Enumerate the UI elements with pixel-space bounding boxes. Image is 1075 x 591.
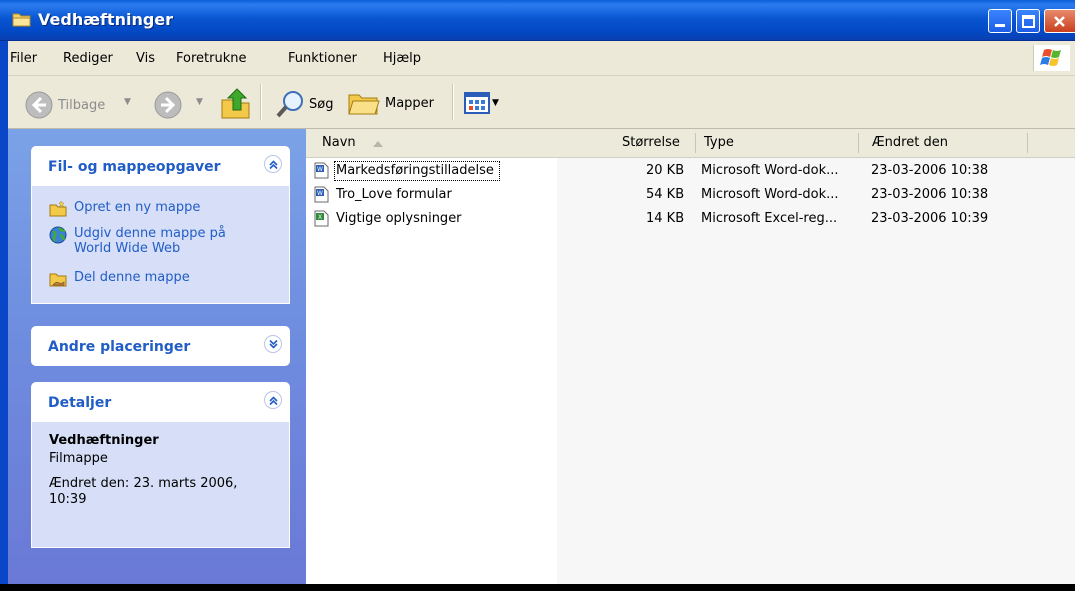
forward-button[interactable] xyxy=(153,90,183,120)
search-button[interactable]: Søg xyxy=(275,90,333,118)
file-row[interactable]: X Vigtige oplysninger 14 KB Microsoft Ex… xyxy=(306,209,1075,229)
toolbar-separator xyxy=(260,84,262,120)
maximize-icon xyxy=(1022,15,1035,28)
menu-favorites[interactable]: Foretrukne xyxy=(176,51,246,66)
other-places-title: Andre placeringer xyxy=(48,339,191,355)
file-modified: 23-03-2006 10:38 xyxy=(871,187,989,202)
folders-label: Mapper xyxy=(385,95,435,111)
back-arrow-icon xyxy=(25,91,53,119)
task-pane: Fil- og mappeopgaver Opret en ny mappe U… xyxy=(8,129,306,584)
window-bottom-border xyxy=(0,584,1075,591)
new-folder-icon xyxy=(49,200,67,217)
up-button[interactable] xyxy=(220,86,252,120)
file-row[interactable]: W Tro_Love formular 54 KB Microsoft Word… xyxy=(306,185,1075,205)
window-left-border xyxy=(0,41,8,591)
menu-edit[interactable]: Rediger xyxy=(63,51,113,66)
column-divider[interactable] xyxy=(695,133,696,153)
column-name[interactable]: Navn xyxy=(322,129,356,157)
file-name: Tro_Love formular xyxy=(336,187,452,202)
search-label: Søg xyxy=(309,96,334,112)
file-name: Vigtige oplysninger xyxy=(336,211,462,226)
excel-workbook-icon: X xyxy=(314,210,329,227)
expand-chevron-icon[interactable] xyxy=(264,335,282,353)
details-modified: Ændret den: 23. marts 2006, 10:39 xyxy=(49,476,238,507)
file-size: 54 KB xyxy=(646,187,685,202)
file-tasks-panel: Opret en ny mappe Udgiv denne mappe på W… xyxy=(31,186,290,304)
views-dropdown-icon: ▼ xyxy=(492,98,499,108)
file-type: Microsoft Excel-reg... xyxy=(701,211,838,226)
minimize-button[interactable] xyxy=(988,9,1012,33)
word-document-icon: W xyxy=(314,186,329,203)
task-share-folder[interactable]: Del denne mappe xyxy=(49,270,190,288)
svg-text:X: X xyxy=(318,214,322,221)
folder-icon xyxy=(12,13,31,27)
publish-web-icon xyxy=(49,226,67,244)
file-size: 14 KB xyxy=(646,211,685,226)
title-bar[interactable]: Vedhæftninger xyxy=(0,0,1075,41)
window-title: Vedhæftninger xyxy=(38,10,174,29)
task-label: Del denne mappe xyxy=(74,270,190,285)
views-icon xyxy=(464,92,490,114)
close-icon xyxy=(1054,16,1065,27)
menu-help[interactable]: Hjælp xyxy=(383,51,421,66)
menu-tools[interactable]: Funktioner xyxy=(288,51,357,66)
column-divider[interactable] xyxy=(1027,133,1028,153)
svg-text:W: W xyxy=(317,190,323,197)
file-name: Markedsføringstilladelse xyxy=(336,163,494,178)
collapse-chevron-icon[interactable] xyxy=(264,155,282,173)
share-folder-icon xyxy=(49,273,67,287)
details-header[interactable]: Detaljer xyxy=(31,382,290,422)
forward-arrow-icon xyxy=(154,91,182,119)
file-tasks-header[interactable]: Fil- og mappeopgaver xyxy=(31,146,290,186)
column-type[interactable]: Type xyxy=(704,129,734,157)
file-size: 20 KB xyxy=(646,163,685,178)
search-icon xyxy=(276,91,303,118)
folder-up-icon xyxy=(221,88,250,119)
explorer-window: Vedhæftninger Filer Rediger Vis Foretruk… xyxy=(0,0,1075,591)
details-folder-name: Vedhæftninger xyxy=(49,433,159,448)
other-places-header[interactable]: Andre placeringer xyxy=(31,326,290,366)
back-button[interactable]: Tilbage xyxy=(24,90,105,120)
task-label: Opret en ny mappe xyxy=(74,200,201,215)
maximize-button[interactable] xyxy=(1016,9,1040,33)
file-modified: 23-03-2006 10:38 xyxy=(871,163,989,178)
windows-logo xyxy=(1033,45,1070,71)
back-dropdown-icon[interactable]: ▼ xyxy=(124,97,131,107)
file-list: Navn Størrelse Type Ændret den W Markeds… xyxy=(306,129,1075,584)
task-label: Udgiv denne mappe på World Wide Web xyxy=(74,226,226,256)
menu-file[interactable]: Filer xyxy=(10,51,37,66)
column-divider[interactable] xyxy=(858,133,859,153)
file-type: Microsoft Word-dok... xyxy=(701,163,839,178)
word-document-icon: W xyxy=(314,162,329,179)
column-header-bar: Navn Størrelse Type Ændret den xyxy=(306,129,1075,158)
details-panel: Vedhæftninger Filmappe Ændret den: 23. m… xyxy=(31,422,290,548)
column-modified[interactable]: Ændret den xyxy=(872,129,948,157)
folders-icon xyxy=(348,94,380,115)
views-button[interactable]: ▼ xyxy=(464,92,499,114)
file-row[interactable]: W Markedsføringstilladelse 20 KB Microso… xyxy=(306,161,1075,181)
minimize-icon xyxy=(995,24,1005,27)
sort-ascending-icon xyxy=(373,141,383,147)
windows-flag-icon xyxy=(1040,49,1061,66)
folders-button[interactable]: Mapper xyxy=(347,88,434,118)
details-folder-kind: Filmappe xyxy=(49,451,108,466)
standard-toolbar: Tilbage ▼ ▼ Søg Mapper ▼ xyxy=(0,76,1075,129)
toolbar-separator xyxy=(452,84,454,120)
details-title: Detaljer xyxy=(48,395,112,411)
task-new-folder[interactable]: Opret en ny mappe xyxy=(49,200,200,218)
file-tasks-title: Fil- og mappeopgaver xyxy=(48,159,221,175)
task-publish-web[interactable]: Udgiv denne mappe på World Wide Web xyxy=(49,226,249,256)
back-label: Tilbage xyxy=(58,97,106,113)
column-size[interactable]: Størrelse xyxy=(622,129,680,157)
file-type: Microsoft Word-dok... xyxy=(701,187,839,202)
menu-view[interactable]: Vis xyxy=(136,51,155,66)
collapse-chevron-icon[interactable] xyxy=(264,391,282,409)
svg-text:W: W xyxy=(317,166,323,173)
close-button[interactable] xyxy=(1044,9,1075,33)
file-modified: 23-03-2006 10:39 xyxy=(871,211,989,226)
menu-bar: Filer Rediger Vis Foretrukne Funktioner … xyxy=(0,41,1075,76)
forward-dropdown-icon[interactable]: ▼ xyxy=(196,97,203,107)
